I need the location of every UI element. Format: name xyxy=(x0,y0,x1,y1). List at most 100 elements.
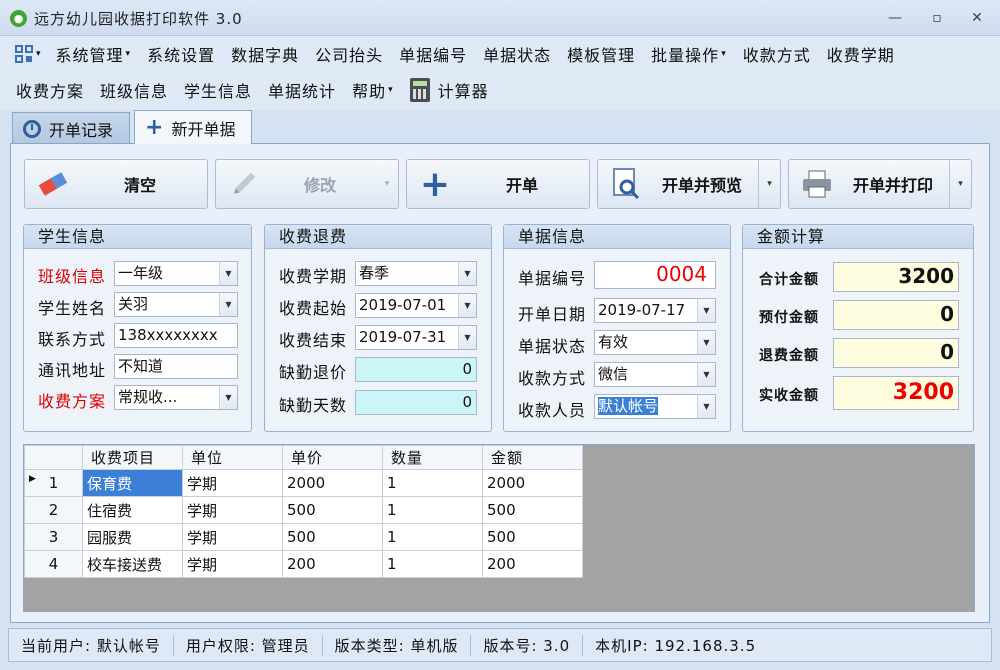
row-header[interactable]: 3 xyxy=(24,523,83,551)
printer-icon xyxy=(797,164,837,204)
payment-method-select[interactable]: 微信 ▼ xyxy=(594,362,716,387)
menu-bill-status[interactable]: 单据状态 xyxy=(475,42,559,66)
cell-unit[interactable]: 学期 xyxy=(182,469,283,497)
absence-refund-field[interactable]: 0 xyxy=(355,357,477,382)
menu-template-manage[interactable]: 模板管理 xyxy=(559,42,643,66)
chevron-down-icon[interactable]: ▼ xyxy=(458,326,476,349)
cell-price[interactable]: 200 xyxy=(282,550,383,578)
cell-qty[interactable]: 1 xyxy=(382,469,483,497)
menu-calculator[interactable]: 计算器 xyxy=(402,78,497,102)
term-select[interactable]: 春季 ▼ xyxy=(355,261,477,286)
actual-amount-field[interactable]: 3200 xyxy=(833,376,959,410)
clear-button[interactable]: 清空 xyxy=(24,159,208,209)
bill-date-picker[interactable]: 2019-07-17 ▼ xyxy=(594,298,716,323)
plus-icon: + xyxy=(145,115,164,140)
cell-amount[interactable]: 200 xyxy=(482,550,583,578)
new-bill-panel: 清空 修改 ▾ + 开单 开单并预览 ▾ 开单并打印 ▾ 学生信息 班级信息 一年级 ▼… xyxy=(10,143,990,623)
menu-system-manage[interactable]: 系统管理 ▾ xyxy=(48,42,140,66)
fee-plan-select[interactable]: 常规收... ▼ xyxy=(114,385,238,410)
cell-unit[interactable]: 学期 xyxy=(182,523,283,551)
payee-select[interactable]: 默认帐号 ▼ xyxy=(594,394,716,419)
menu-system-settings[interactable]: 系统设置 xyxy=(139,42,223,66)
print-dropdown-arrow[interactable]: ▾ xyxy=(949,160,971,208)
actual-amount-label: 实收金额 xyxy=(759,388,819,404)
menu-help[interactable]: 帮助 ▾ xyxy=(344,78,402,102)
cell-price[interactable]: 2000 xyxy=(282,469,383,497)
chevron-down-icon[interactable]: ▼ xyxy=(458,262,476,285)
cell-item[interactable]: 校车接送费 xyxy=(82,550,183,578)
table-row[interactable]: 2 住宿费 学期 500 1 500 xyxy=(24,496,583,524)
menu-data-dictionary[interactable]: 数据字典 xyxy=(223,42,307,66)
cell-qty[interactable]: 1 xyxy=(382,550,483,578)
absent-days-field[interactable]: 0 xyxy=(355,390,477,415)
menu-payment-method[interactable]: 收款方式 xyxy=(735,42,819,66)
minimize-button[interactable]: — xyxy=(880,6,910,30)
column-header-unit[interactable]: 单位 xyxy=(182,445,283,470)
chevron-down-icon[interactable]: ▼ xyxy=(697,363,715,386)
column-header-qty[interactable]: 数量 xyxy=(382,445,483,470)
column-header-price[interactable]: 单价 xyxy=(282,445,383,470)
cell-unit[interactable]: 学期 xyxy=(182,496,283,524)
create-bill-button[interactable]: + 开单 xyxy=(406,159,590,209)
menu-batch-operations[interactable]: 批量操作 ▾ xyxy=(643,42,735,66)
cell-unit[interactable]: 学期 xyxy=(182,550,283,578)
cell-amount[interactable]: 500 xyxy=(482,523,583,551)
chevron-down-icon[interactable]: ▼ xyxy=(219,386,237,409)
student-name-label: 学生姓名 xyxy=(38,299,107,318)
amount-group: 金额计算 合计金额 3200 预付金额 0 退费金额 0 实收金额 3200 xyxy=(742,224,974,432)
table-row[interactable]: ▶ 1 保育费 学期 2000 1 2000 xyxy=(24,469,583,497)
create-and-preview-button[interactable]: 开单并预览 ▾ xyxy=(597,159,781,209)
menu-fee-plan[interactable]: 收费方案 xyxy=(8,78,92,102)
cell-item[interactable]: 园服费 xyxy=(82,523,183,551)
menu-company-header[interactable]: 公司抬头 xyxy=(307,42,391,66)
cell-price[interactable]: 500 xyxy=(282,523,383,551)
chevron-down-icon[interactable]: ▼ xyxy=(697,299,715,322)
contact-field[interactable]: 138xxxxxxxx xyxy=(114,323,238,348)
column-header-item[interactable]: 收费项目 xyxy=(82,445,183,470)
class-select[interactable]: 一年级 ▼ xyxy=(114,261,238,286)
cell-price[interactable]: 500 xyxy=(282,496,383,524)
total-amount-field[interactable]: 3200 xyxy=(833,262,959,292)
bill-status-select[interactable]: 有效 ▼ xyxy=(594,330,716,355)
row-header[interactable]: 2 xyxy=(24,496,83,524)
bill-number-field[interactable]: 0004 xyxy=(594,261,716,289)
menu-class-info[interactable]: 班级信息 xyxy=(92,78,176,102)
table-row[interactable]: 3 园服费 学期 500 1 500 xyxy=(24,523,583,551)
tab-history[interactable]: 开单记录 xyxy=(12,112,130,144)
chevron-down-icon[interactable]: ▼ xyxy=(458,294,476,317)
menu-bill-statistics[interactable]: 单据统计 xyxy=(260,78,344,102)
cell-item[interactable]: 保育费 xyxy=(82,469,183,497)
address-field[interactable]: 不知道 xyxy=(114,354,238,379)
chevron-down-icon[interactable]: ▼ xyxy=(219,262,237,285)
bill-info-group: 单据信息 单据编号 0004 开单日期 2019-07-17 ▼ 单据状态 有效 ▼… xyxy=(503,224,731,432)
student-name-select[interactable]: 关羽 ▼ xyxy=(114,292,238,317)
edit-button[interactable]: 修改 ▾ xyxy=(215,159,399,209)
column-header-amount[interactable]: 金额 xyxy=(482,445,583,470)
cell-amount[interactable]: 500 xyxy=(482,496,583,524)
cell-qty[interactable]: 1 xyxy=(382,523,483,551)
cell-amount[interactable]: 2000 xyxy=(482,469,583,497)
preview-dropdown-arrow[interactable]: ▾ xyxy=(758,160,780,208)
refund-amount-label: 退费金额 xyxy=(759,348,819,364)
menu-bill-number[interactable]: 单据编号 xyxy=(391,42,475,66)
chevron-down-icon[interactable]: ▼ xyxy=(697,331,715,354)
chevron-down-icon[interactable]: ▼ xyxy=(697,395,715,418)
row-header[interactable]: 4 xyxy=(24,550,83,578)
total-amount-label: 合计金额 xyxy=(759,272,819,288)
maximize-button[interactable]: ▫ xyxy=(922,6,952,30)
end-date-picker[interactable]: 2019-07-31 ▼ xyxy=(355,325,477,350)
menu-fee-term[interactable]: 收费学期 xyxy=(819,42,903,66)
table-row[interactable]: 4 校车接送费 学期 200 1 200 xyxy=(24,550,583,578)
menu-student-info[interactable]: 学生信息 xyxy=(176,78,260,102)
menu-grid-icon[interactable]: ▾ xyxy=(8,44,48,64)
cell-item[interactable]: 住宿费 xyxy=(82,496,183,524)
tab-new-bill[interactable]: + 新开单据 xyxy=(134,110,252,144)
row-header[interactable]: ▶ 1 xyxy=(24,469,83,497)
create-and-print-button[interactable]: 开单并打印 ▾ xyxy=(788,159,972,209)
close-button[interactable]: ✕ xyxy=(962,6,992,30)
chevron-down-icon[interactable]: ▼ xyxy=(219,293,237,316)
prepaid-amount-field[interactable]: 0 xyxy=(833,300,959,330)
refund-amount-field[interactable]: 0 xyxy=(833,338,959,368)
start-date-picker[interactable]: 2019-07-01 ▼ xyxy=(355,293,477,318)
cell-qty[interactable]: 1 xyxy=(382,496,483,524)
